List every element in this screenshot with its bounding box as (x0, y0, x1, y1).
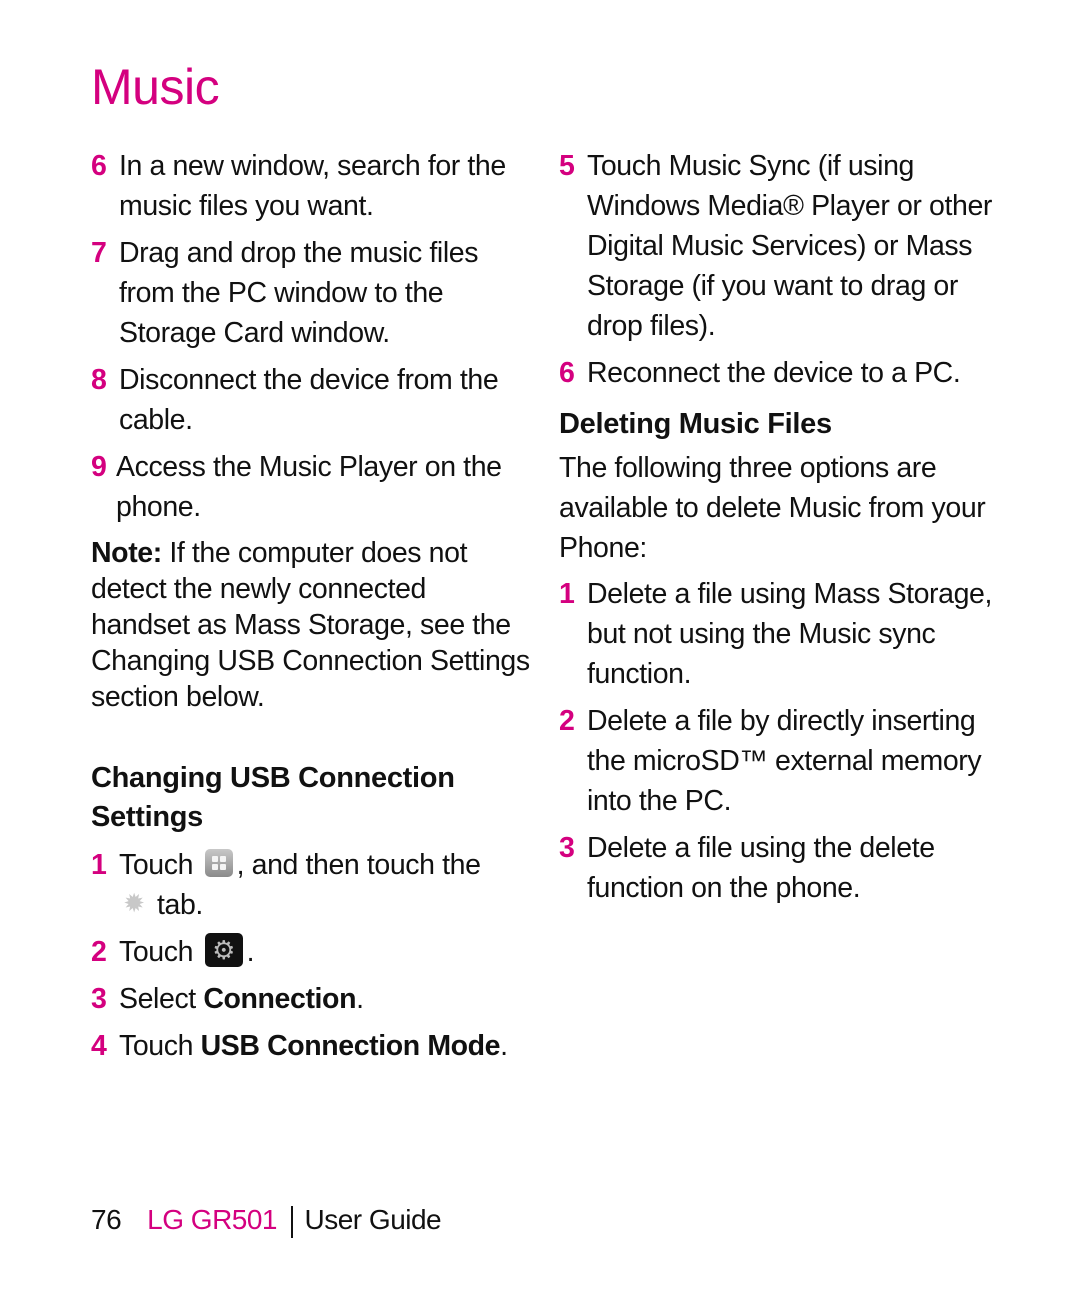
list-item: 3 Select Connection. (91, 979, 531, 1019)
note-label: Note: (91, 537, 162, 569)
step-text: tab. (157, 889, 203, 921)
step-text: Drag and drop the music files from the P… (119, 237, 479, 349)
step-text: Disconnect the device from the cable. (119, 364, 499, 436)
step-bold: Connection (203, 983, 357, 1015)
left-column: 6 In a new window, search for the music … (91, 146, 531, 1073)
step-number: 1 (91, 849, 107, 881)
step-text: Select (119, 983, 204, 1015)
step-number: 4 (91, 1030, 107, 1062)
footer-divider (291, 1205, 293, 1238)
step-text: Touch Music Sync (if using Windows Media… (587, 150, 992, 342)
list-item: 1 Delete a file using Mass Storage, but … (559, 574, 999, 694)
page-footer: 76 LG GR501 User Guide (91, 1204, 442, 1238)
brand-name: LG GR501 (147, 1204, 278, 1235)
step-text: . (500, 1030, 508, 1062)
delete-intro: The following three options are availabl… (559, 452, 986, 564)
settings-gear-icon: ✹ (123, 888, 145, 919)
step-text: Touch (119, 849, 194, 881)
usb-section-heading: Changing USB Connection Settings (91, 762, 455, 833)
step-number: 1 (559, 578, 575, 610)
delete-section-heading: Deleting Music Files (559, 408, 832, 440)
right-column: 5 Touch Music Sync (if using Windows Med… (559, 146, 999, 915)
list-item: 3 Delete a file using the delete functio… (559, 828, 999, 908)
step-number: 7 (91, 237, 107, 269)
step-bold: USB Connection Mode (200, 1030, 501, 1062)
list-item: 6 Reconnect the device to a PC. (559, 353, 999, 393)
step-number: 3 (559, 832, 575, 864)
list-item: 1 Touch , and then touch the ✹ tab. (91, 845, 531, 925)
list-item: 5 Touch Music Sync (if using Windows Med… (559, 146, 999, 346)
step-text: , and then touch the (236, 849, 481, 881)
step-number: 6 (559, 357, 575, 389)
step-number: 2 (559, 705, 575, 737)
step-text: Delete a file using the delete function … (587, 832, 935, 904)
list-item: 6 In a new window, search for the music … (91, 146, 531, 226)
step-text: Delete a file using Mass Storage, but no… (587, 578, 993, 690)
step-number: 9 (91, 451, 107, 483)
page-number: 76 (91, 1204, 122, 1235)
apps-grid-icon (204, 849, 233, 878)
step-text: . (246, 936, 255, 968)
note: Note: If the computer does not detect th… (91, 535, 531, 715)
step-number: 8 (91, 364, 107, 396)
step-number: 3 (91, 983, 107, 1015)
step-number: 2 (91, 936, 107, 968)
list-item: 4 Touch USB Connection Mode. (91, 1026, 531, 1066)
list-item: 2 Touch ⚙. (91, 932, 531, 972)
step-text: . (356, 983, 364, 1015)
step-text: Touch (119, 936, 194, 968)
list-item: 8 Disconnect the device from the cable. (91, 360, 531, 440)
step-number: 6 (91, 150, 107, 182)
step-text: In a new window, search for the music fi… (119, 150, 506, 222)
settings-gear-dark-icon: ⚙ (204, 933, 243, 968)
step-number: 5 (559, 150, 575, 182)
page-title: Music (91, 59, 220, 115)
step-text: Reconnect the device to a PC. (587, 357, 961, 389)
list-item: 9 Access the Music Player on the phone. (91, 447, 531, 527)
guide-label: User Guide (304, 1204, 442, 1235)
step-text: Access the Music Player on the phone. (116, 451, 502, 523)
list-item: 7 Drag and drop the music files from the… (91, 233, 531, 353)
step-text: Touch (119, 1030, 201, 1062)
step-text: Delete a file by directly inserting the … (587, 705, 982, 817)
list-item: 2 Delete a file by directly inserting th… (559, 701, 999, 821)
